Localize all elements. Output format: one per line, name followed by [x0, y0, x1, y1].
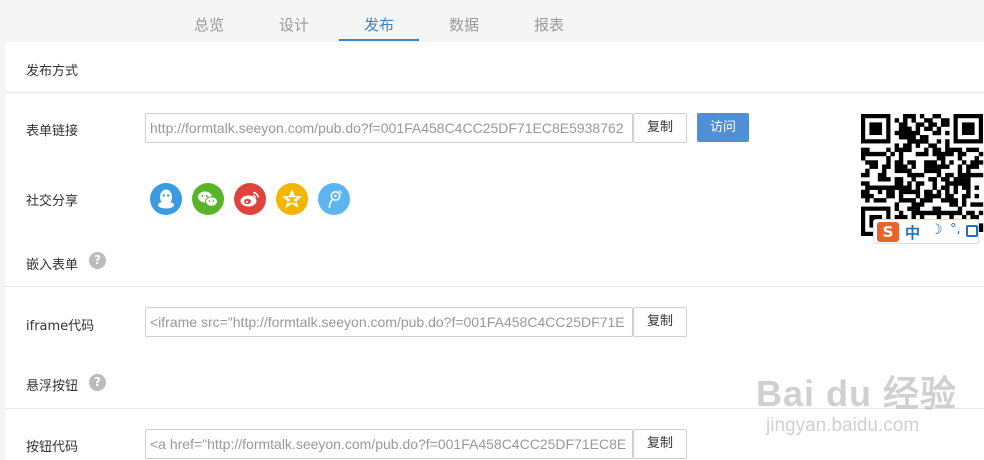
copy-link-button[interactable]: 复制 — [633, 113, 687, 143]
sogou-logo-icon[interactable]: S — [877, 222, 899, 242]
button-code-label: 按钮代码 — [26, 440, 79, 455]
tab-report[interactable]: 报表 — [509, 14, 589, 42]
keyboard-icon[interactable] — [966, 225, 978, 237]
watermark: Bai du 经验 jingyan.baidu.com — [756, 365, 984, 460]
copy-button-code-button[interactable]: 复制 — [633, 429, 687, 459]
ime-toolbar: S 中 ☽ °, — [873, 219, 979, 244]
wechat-icon[interactable] — [192, 183, 224, 215]
float-button-title: 悬浮按钮 — [26, 379, 79, 394]
divider — [5, 286, 984, 287]
watermark-logo: Bai du 经验 — [756, 373, 958, 414]
form-link-label: 表单链接 — [26, 124, 79, 139]
qzone-icon[interactable] — [276, 183, 308, 215]
divider — [5, 92, 984, 93]
watermark-url: jingyan.baidu.com — [766, 415, 920, 436]
ime-chinese-mode[interactable]: 中 — [905, 222, 920, 243]
float-button-help-icon[interactable]: ? — [89, 374, 106, 391]
social-share-label: 社交分享 — [26, 194, 79, 209]
tab-data[interactable]: 数据 — [424, 14, 504, 42]
button-code-field[interactable]: <a href="http://formtalk.seeyon.com/pub.… — [145, 429, 633, 459]
tencent-weibo-icon[interactable] — [318, 183, 350, 215]
top-tab-bar: 总览 设计 发布 数据 报表 — [0, 0, 984, 42]
form-link-field[interactable]: http://formtalk.seeyon.com/pub.do?f=001F… — [145, 113, 633, 143]
iframe-code-field[interactable]: <iframe src="http://formtalk.seeyon.com/… — [145, 307, 633, 337]
visit-button[interactable]: 访问 — [697, 113, 749, 142]
copy-iframe-button[interactable]: 复制 — [633, 307, 687, 337]
qr-code — [861, 114, 984, 236]
punctuation-icon[interactable]: °, — [950, 222, 961, 237]
embed-form-title: 嵌入表单 — [26, 258, 79, 273]
tab-design[interactable]: 设计 — [254, 14, 334, 42]
active-tab-indicator — [339, 39, 419, 41]
weibo-icon[interactable] — [234, 183, 266, 215]
embed-help-icon[interactable]: ? — [89, 252, 106, 269]
iframe-code-label: iframe代码 — [26, 319, 95, 334]
publish-method-title: 发布方式 — [26, 64, 79, 79]
moon-icon[interactable]: ☽ — [930, 222, 943, 238]
tab-publish[interactable]: 发布 — [339, 14, 419, 42]
qq-icon[interactable] — [150, 183, 182, 215]
tab-overview[interactable]: 总览 — [169, 14, 249, 42]
